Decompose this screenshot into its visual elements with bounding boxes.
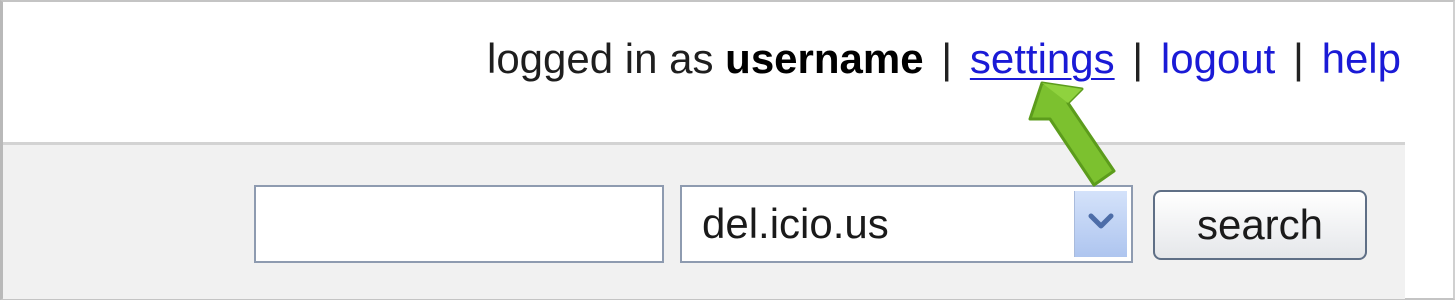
right-margin — [1405, 142, 1451, 296]
user-links: logged in as username | settings | logou… — [487, 36, 1401, 82]
logout-link[interactable]: logout — [1161, 35, 1275, 82]
search-button[interactable]: search — [1153, 190, 1367, 260]
separator: | — [941, 35, 953, 82]
help-link[interactable]: help — [1322, 35, 1401, 82]
logged-in-label: logged in as — [486, 35, 714, 82]
scope-selected-value: del.icio.us — [702, 200, 889, 247]
search-input[interactable] — [254, 185, 664, 263]
pointer-arrow-icon — [1028, 81, 1116, 187]
separator: | — [1293, 35, 1304, 82]
username-label: username — [725, 35, 924, 82]
search-bar: del.icio.us search — [3, 142, 1405, 299]
top-bar: logged in as username | settings | logou… — [3, 2, 1451, 142]
